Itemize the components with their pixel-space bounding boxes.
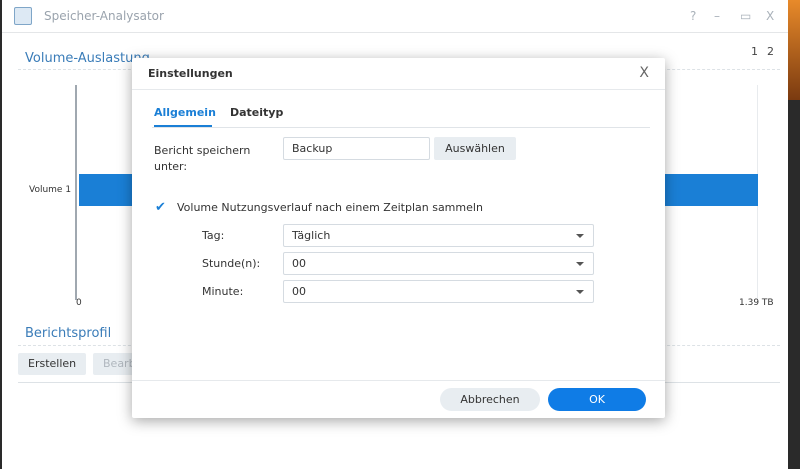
app-icon <box>14 7 32 25</box>
save-location-label: Bericht speichern unter: <box>154 144 251 173</box>
ok-button[interactable]: OK <box>548 388 646 411</box>
window-title: Speicher-Analysator <box>44 9 164 23</box>
page-1[interactable]: 1 <box>751 45 758 58</box>
tab-general[interactable]: Allgemein <box>154 106 216 119</box>
report-profile-heading: Berichtsprofil <box>25 326 112 341</box>
active-tab-indicator <box>154 125 212 127</box>
choose-button[interactable]: Auswählen <box>434 137 516 160</box>
x-tick-label: 1.39 TB <box>739 298 774 308</box>
chart-y-axis <box>75 85 77 300</box>
dialog-header: Einstellungen X <box>132 58 665 90</box>
minimize-icon[interactable]: – <box>714 9 720 23</box>
title-bar: Speicher-Analysator ? – ▭ X <box>2 0 788 33</box>
dialog-title: Einstellungen <box>148 67 233 80</box>
hour-select[interactable]: 00 <box>283 252 594 275</box>
hour-label: Stunde(n): <box>202 257 261 270</box>
day-select[interactable]: Täglich <box>283 224 594 247</box>
footer-divider <box>132 380 665 381</box>
hour-value: 00 <box>292 257 306 270</box>
cancel-button[interactable]: Abbrechen <box>440 388 540 411</box>
desktop-background <box>788 0 800 100</box>
tab-file-type[interactable]: Dateityp <box>230 106 283 119</box>
create-button[interactable]: Erstellen <box>18 353 87 375</box>
maximize-icon[interactable]: ▭ <box>740 9 751 23</box>
tab-divider <box>152 127 650 128</box>
day-label: Tag: <box>202 229 225 242</box>
category-label: Volume 1 <box>29 185 72 195</box>
settings-dialog: Einstellungen X Allgemein Dateityp Beric… <box>132 58 665 418</box>
minute-select[interactable]: 00 <box>283 280 594 303</box>
checkbox-checked-icon[interactable]: ✔ <box>155 200 166 215</box>
close-icon[interactable]: X <box>766 9 774 23</box>
collect-history-checkbox-label[interactable]: Volume Nutzungsverlauf nach einem Zeitpl… <box>177 201 483 214</box>
page-2[interactable]: 2 <box>767 45 774 58</box>
help-icon[interactable]: ? <box>690 9 696 23</box>
dialog-close-icon[interactable]: X <box>639 65 649 81</box>
minute-value: 00 <box>292 285 306 298</box>
day-value: Täglich <box>292 229 331 242</box>
save-location-input[interactable]: Backup <box>283 137 430 160</box>
x-tick-label: 0 <box>76 298 82 308</box>
minute-label: Minute: <box>202 285 244 298</box>
